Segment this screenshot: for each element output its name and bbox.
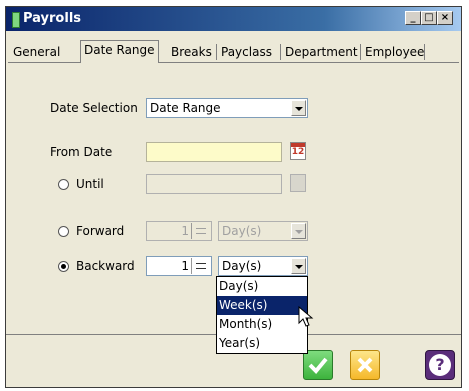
calendar-icon <box>290 174 306 192</box>
tab-separator <box>424 44 425 60</box>
window-title: Payrolls <box>23 11 82 26</box>
backward-label: Backward <box>76 259 135 273</box>
from-date-field[interactable] <box>146 142 282 162</box>
tab-separator <box>360 44 361 60</box>
dropdown-option-months[interactable]: Month(s) <box>217 315 307 334</box>
dropdown-option-years[interactable]: Year(s) <box>217 334 307 353</box>
until-date-field <box>146 174 282 194</box>
until-label: Until <box>76 177 104 191</box>
tab-general[interactable]: General <box>10 43 63 61</box>
tab-breaks[interactable]: Breaks <box>168 43 215 61</box>
forward-unit-value: Day(s) <box>222 224 262 238</box>
maximize-button[interactable]: □ <box>421 11 437 25</box>
checkmark-icon <box>308 357 328 374</box>
date-selection-combo[interactable]: Date Range <box>146 98 308 118</box>
tab-separator <box>280 44 281 60</box>
mouse-pointer-icon <box>298 306 314 327</box>
tab-separator <box>216 44 217 60</box>
title-bar[interactable]: Payrolls _ □ × <box>6 7 461 31</box>
backward-value: 1 <box>181 259 189 273</box>
calendar-icon[interactable]: 12 <box>290 142 306 160</box>
backward-unit-value: Day(s) <box>222 259 262 273</box>
backward-stepper[interactable]: 1 <box>146 256 212 276</box>
until-radio[interactable] <box>58 179 69 190</box>
help-icon: ? <box>429 354 451 376</box>
tab-department[interactable]: Department <box>282 43 361 61</box>
app-icon <box>12 12 20 28</box>
unit-dropdown-list[interactable]: Day(s) Week(s) Month(s) Year(s) <box>216 276 308 354</box>
date-selection-value: Date Range <box>150 101 221 115</box>
calendar-icon-number: 12 <box>291 147 305 157</box>
tab-payclass[interactable]: Payclass <box>218 43 275 61</box>
help-button[interactable]: ? <box>425 350 455 380</box>
date-selection-label: Date Selection <box>50 101 138 115</box>
dropdown-option-weeks[interactable]: Week(s) <box>217 296 307 315</box>
minimize-button[interactable]: _ <box>405 11 421 25</box>
chevron-down-icon[interactable] <box>291 100 306 116</box>
forward-radio[interactable] <box>58 226 69 237</box>
backward-radio[interactable] <box>58 261 69 272</box>
tab-date-range[interactable]: Date Range <box>80 40 159 63</box>
backward-unit-combo[interactable]: Day(s) <box>218 256 308 276</box>
tab-strip: General Date Range Breaks Payclass Depar… <box>8 40 459 63</box>
ok-button[interactable] <box>303 350 333 380</box>
forward-unit-combo: Day(s) <box>218 221 308 241</box>
tab-employee[interactable]: Employee <box>362 43 427 61</box>
close-icon <box>357 357 373 373</box>
forward-value: 1 <box>181 224 189 238</box>
cancel-button[interactable] <box>350 350 380 380</box>
close-button[interactable]: × <box>437 11 453 25</box>
forward-label: Forward <box>76 224 125 238</box>
dropdown-option-days[interactable]: Day(s) <box>217 277 307 296</box>
forward-stepper: 1 <box>146 221 212 241</box>
from-date-label: From Date <box>50 145 113 159</box>
chevron-down-icon[interactable] <box>291 258 306 274</box>
chevron-down-icon <box>291 223 306 239</box>
